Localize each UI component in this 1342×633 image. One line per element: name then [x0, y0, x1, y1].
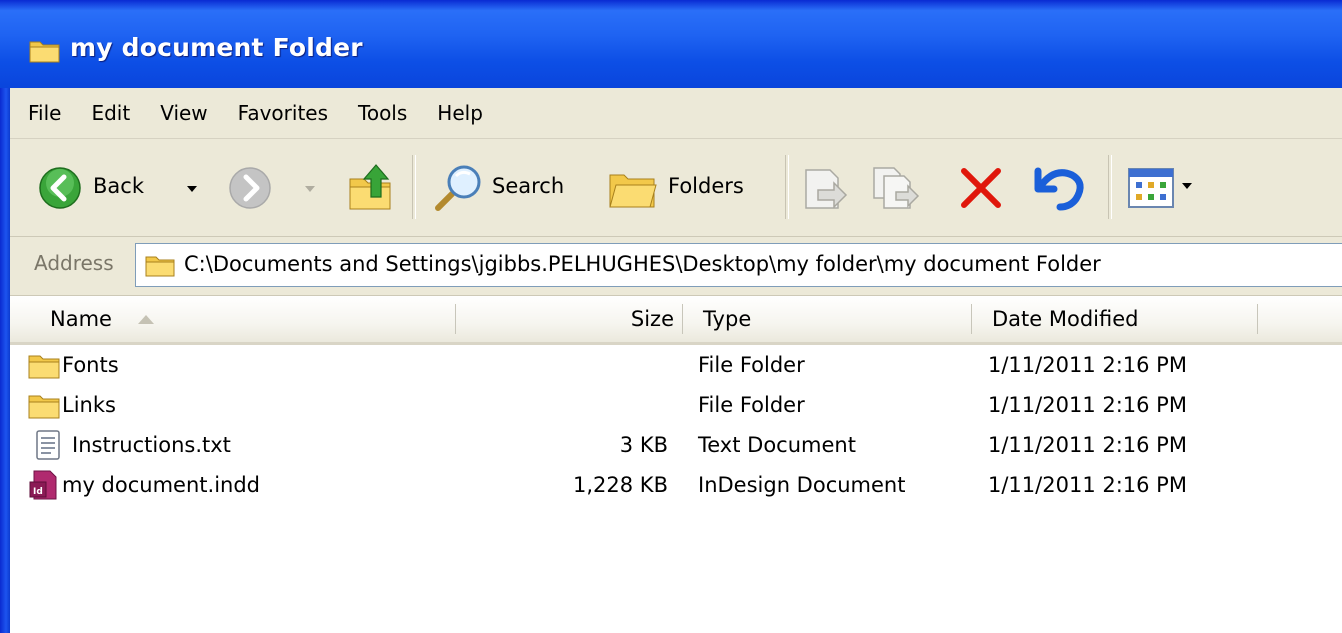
text-file-icon	[36, 430, 60, 460]
column-header-name[interactable]: Name	[10, 296, 455, 342]
file-type: InDesign Document	[698, 473, 906, 497]
search-label: Search	[492, 174, 565, 198]
folders-icon	[609, 174, 657, 208]
indesign-file-icon: Id	[29, 470, 57, 500]
folder-icon	[28, 355, 60, 379]
file-row[interactable]: Fonts File Folder 1/11/2011 2:16 PM	[10, 345, 1342, 385]
menu-file[interactable]: File	[10, 96, 76, 130]
file-size: 1,228 KB	[573, 473, 668, 497]
file-row[interactable]: Instructions.txt 3 KB Text Document 1/11…	[10, 425, 1342, 465]
folder-icon	[145, 256, 175, 277]
menu-edit[interactable]: Edit	[76, 96, 145, 130]
file-row[interactable]: Links File Folder 1/11/2011 2:16 PM	[10, 385, 1342, 425]
file-row[interactable]: Id my document.indd 1,228 KB InDesign Do…	[10, 465, 1342, 505]
copy-to-icon[interactable]	[870, 164, 924, 212]
file-type: File Folder	[698, 393, 805, 417]
search-icon	[435, 165, 481, 211]
file-size: 3 KB	[619, 433, 668, 457]
column-divider[interactable]	[1257, 304, 1258, 334]
forward-arrow-icon[interactable]	[228, 166, 272, 210]
toolbar-separator	[412, 155, 416, 219]
menu-help[interactable]: Help	[422, 96, 498, 130]
column-date-label: Date Modified	[992, 307, 1139, 331]
dropdown-arrow-icon[interactable]	[186, 184, 198, 194]
file-name: my document.indd	[62, 473, 260, 497]
views-dropdown-icon	[1182, 183, 1192, 189]
address-label: Address	[34, 251, 114, 275]
file-type: Text Document	[698, 433, 856, 457]
file-name: Instructions.txt	[72, 433, 231, 457]
sort-ascending-icon	[138, 315, 154, 324]
back-button[interactable]: Back	[38, 166, 218, 210]
column-header-date[interactable]: Date Modified	[972, 296, 1257, 342]
file-list: Fonts File Folder 1/11/2011 2:16 PM Link…	[10, 345, 1342, 633]
menu-view[interactable]: View	[145, 96, 222, 130]
toolbar: Back Search Folders	[10, 139, 1342, 237]
delete-icon[interactable]	[958, 165, 1004, 211]
folder-icon	[29, 41, 60, 63]
file-date: 1/11/2011 2:16 PM	[988, 393, 1187, 417]
folders-button[interactable]: Folders	[608, 163, 768, 213]
views-button[interactable]	[1125, 165, 1205, 211]
up-folder-icon[interactable]	[346, 161, 396, 213]
column-header-bar: Name Size Type Date Modified	[10, 296, 1342, 345]
file-name: Links	[62, 393, 116, 417]
file-name: Fonts	[62, 353, 119, 377]
window-frame-left	[0, 0, 10, 633]
file-type: File Folder	[698, 353, 805, 377]
column-type-label: Type	[703, 307, 752, 331]
file-date: 1/11/2011 2:16 PM	[988, 473, 1187, 497]
address-path: C:\Documents and Settings\jgibbs.PELHUGH…	[184, 252, 1101, 276]
column-header-size[interactable]: Size	[456, 296, 682, 342]
explorer-window: my document Folder File Edit View Favori…	[0, 0, 1342, 633]
folder-icon	[28, 395, 60, 419]
column-name-label: Name	[50, 307, 112, 331]
back-label: Back	[93, 174, 144, 198]
address-field[interactable]: C:\Documents and Settings\jgibbs.PELHUGH…	[135, 243, 1342, 287]
window-title: my document Folder	[70, 33, 363, 62]
toolbar-separator	[1108, 155, 1112, 219]
address-bar: Address C:\Documents and Settings\jgibbs…	[10, 237, 1342, 296]
column-header-type[interactable]: Type	[683, 296, 971, 342]
search-button[interactable]: Search	[432, 162, 597, 214]
toolbar-separator	[785, 155, 789, 219]
svg-text:Id: Id	[33, 487, 43, 497]
folders-label: Folders	[668, 174, 744, 198]
menu-favorites[interactable]: Favorites	[223, 96, 343, 130]
file-date: 1/11/2011 2:16 PM	[988, 433, 1187, 457]
title-bar[interactable]: my document Folder	[0, 0, 1342, 88]
file-size	[456, 345, 668, 385]
back-arrow-icon	[39, 167, 81, 209]
menu-bar: File Edit View Favorites Tools Help	[10, 88, 1342, 139]
column-size-label: Size	[630, 307, 674, 331]
file-size	[456, 385, 668, 425]
forward-dropdown-icon[interactable]	[304, 184, 316, 194]
file-date: 1/11/2011 2:16 PM	[988, 353, 1187, 377]
move-to-icon[interactable]	[800, 164, 850, 212]
menu-tools[interactable]: Tools	[343, 96, 422, 130]
undo-icon[interactable]	[1032, 161, 1088, 213]
views-icon	[1128, 168, 1174, 208]
